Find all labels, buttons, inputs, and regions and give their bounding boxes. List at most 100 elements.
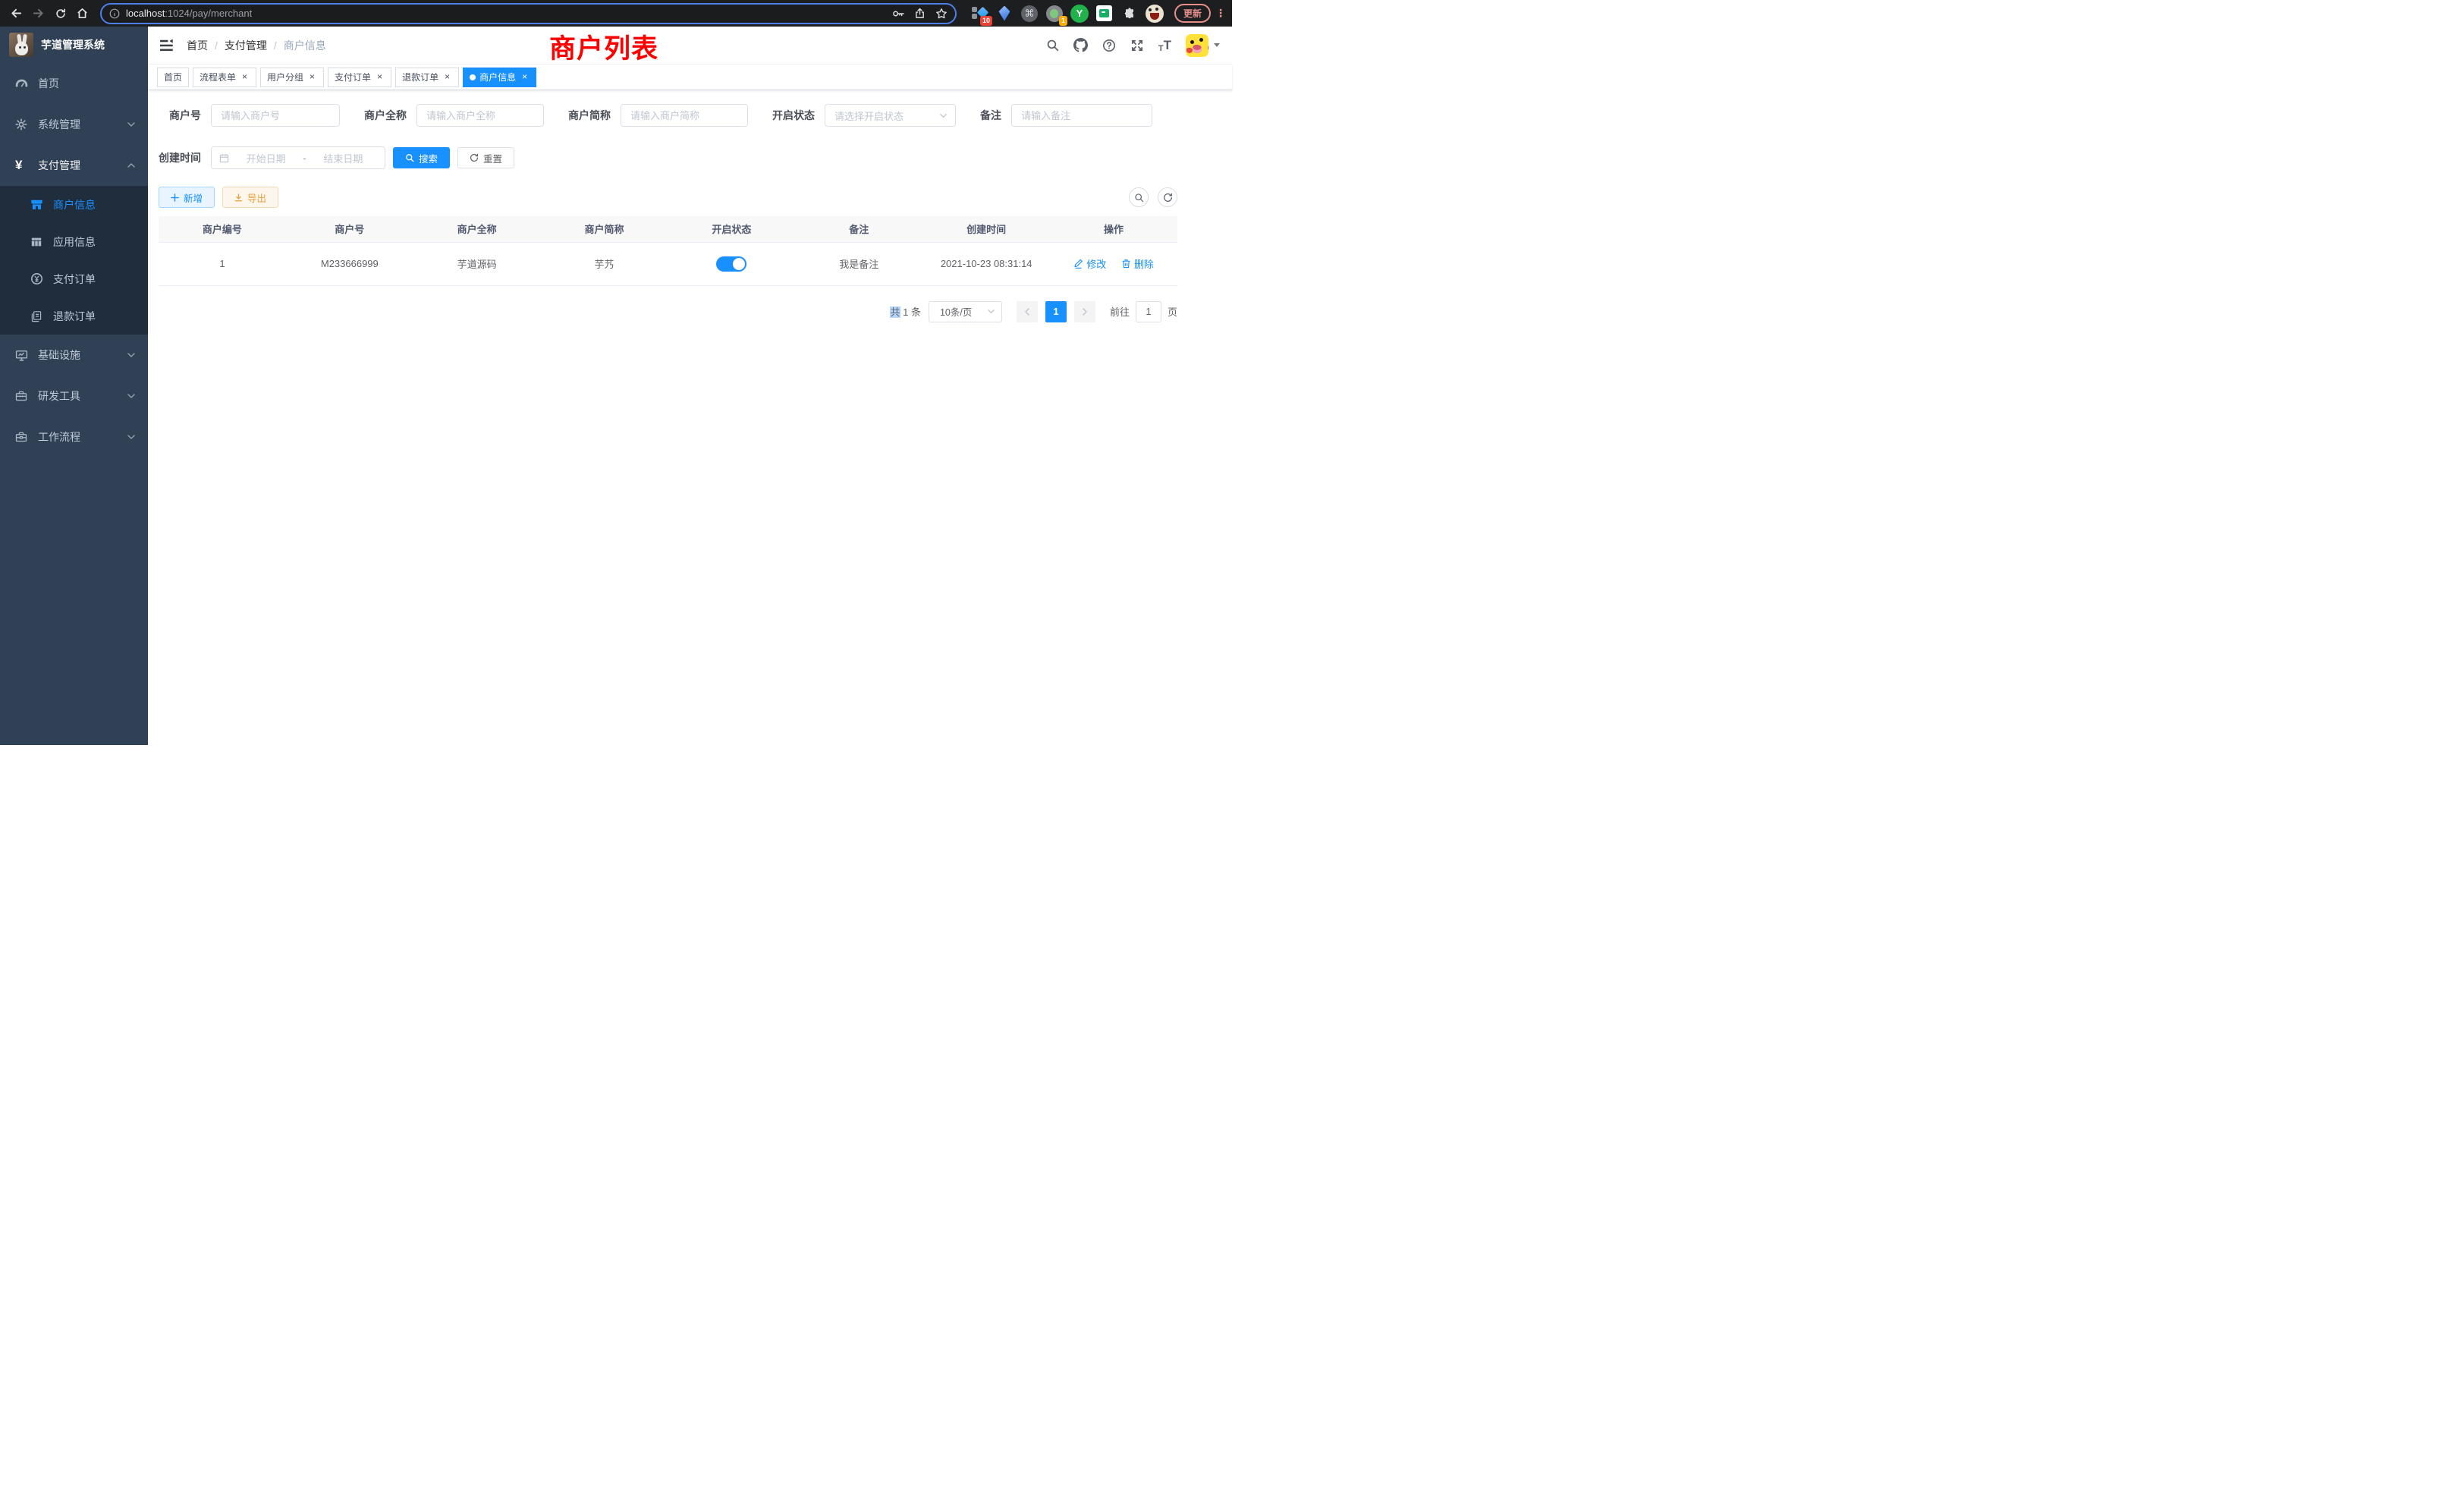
- sidebar-item-devtools[interactable]: 研发工具: [0, 376, 148, 417]
- export-button[interactable]: 导出: [222, 187, 278, 208]
- store-icon: [30, 198, 43, 211]
- extensions-puzzle-icon[interactable]: [1120, 5, 1139, 23]
- cell-merchant-id: 1: [159, 242, 286, 285]
- col-merchant-no: 商户号: [286, 216, 413, 242]
- status-select[interactable]: 请选择开启状态: [825, 104, 956, 127]
- tab-user-group[interactable]: 用户分组×: [260, 68, 324, 87]
- help-icon[interactable]: [1102, 39, 1116, 52]
- profile-avatar-icon[interactable]: [1146, 5, 1164, 23]
- extension-command-icon[interactable]: ⌘: [1020, 5, 1039, 23]
- goto-page-input[interactable]: [1136, 301, 1161, 322]
- reload-icon[interactable]: [50, 3, 71, 24]
- col-merchant-id: 商户编号: [159, 216, 286, 242]
- sidebar-item-workflow[interactable]: 工作流程: [0, 417, 148, 457]
- sidebar-item-merchant-info[interactable]: 商户信息: [0, 186, 148, 223]
- chevron-down-icon: [127, 120, 136, 129]
- sidebar: 芋道管理系统 首页 系统管理 ¥ 支付管理: [0, 27, 148, 745]
- caret-down-icon: [1214, 43, 1220, 47]
- bookmark-star-icon[interactable]: [935, 8, 948, 20]
- sidebar-item-system[interactable]: 系统管理: [0, 104, 148, 145]
- cell-merchant-no: M233666999: [286, 242, 413, 285]
- extension-docs-icon[interactable]: [1095, 5, 1114, 23]
- pagination: 共 1 条 10条/页 1 前往 页: [159, 301, 1177, 322]
- password-key-icon[interactable]: [892, 8, 904, 20]
- url-bar[interactable]: localhost:1024/pay/merchant: [100, 3, 957, 24]
- user-menu[interactable]: [1186, 34, 1220, 57]
- github-icon[interactable]: [1073, 38, 1088, 52]
- tab-process-form[interactable]: 流程表单×: [193, 68, 256, 87]
- search-button[interactable]: 搜索: [393, 147, 450, 168]
- page-size-select[interactable]: 10条/页: [929, 301, 1002, 322]
- header-search-icon[interactable]: [1046, 39, 1059, 52]
- browser-update-button[interactable]: 更新: [1174, 4, 1211, 23]
- sidebar-submenu-pay: 商户信息 应用信息 支付订单 退款订单: [0, 186, 148, 335]
- extension-y-icon[interactable]: Y: [1070, 5, 1089, 23]
- page-unit-label: 页: [1168, 304, 1177, 319]
- col-status: 开启状态: [668, 216, 796, 242]
- browser-menu-icon[interactable]: ⋮: [1215, 7, 1226, 20]
- edit-pencil-icon: [1073, 259, 1083, 269]
- sidebar-item-label: 商户信息: [53, 197, 96, 212]
- sidebar-item-label: 研发工具: [38, 388, 80, 404]
- prev-page-button[interactable]: [1017, 301, 1038, 322]
- sidebar-item-pay-order[interactable]: 支付订单: [0, 260, 148, 297]
- merchant-short-input[interactable]: [621, 104, 748, 127]
- chevron-down-icon: [127, 350, 136, 360]
- cell-short-name: 芋艿: [541, 242, 668, 285]
- app-logo-avatar: [9, 33, 33, 57]
- sidebar-item-app-info[interactable]: 应用信息: [0, 223, 148, 260]
- add-button[interactable]: 新增: [159, 187, 215, 208]
- extension-progress-icon[interactable]: 10: [970, 5, 988, 23]
- close-icon[interactable]: ×: [520, 72, 530, 82]
- plus-icon: [171, 193, 179, 202]
- sidebar-item-infra[interactable]: 基础设施: [0, 335, 148, 376]
- chevron-down-icon: [987, 307, 995, 316]
- font-size-icon[interactable]: TT: [1158, 38, 1171, 53]
- edit-link[interactable]: 修改: [1073, 256, 1106, 271]
- forward-icon[interactable]: [28, 3, 49, 24]
- sidebar-toggle-icon[interactable]: [160, 39, 174, 52]
- top-navbar: 首页 / 支付管理 / 商户信息 TT: [148, 27, 1232, 64]
- tab-refund-order[interactable]: 退款订单×: [395, 68, 459, 87]
- yen-icon: ¥: [15, 158, 28, 173]
- merchant-no-input[interactable]: [211, 104, 340, 127]
- remark-input[interactable]: [1011, 104, 1152, 127]
- share-icon[interactable]: [914, 8, 926, 19]
- reset-button[interactable]: 重置: [457, 147, 514, 168]
- extension-kite-icon[interactable]: [995, 5, 1014, 23]
- create-time-range-picker[interactable]: 开始日期 - 结束日期: [211, 146, 385, 169]
- extension-recorder-icon[interactable]: 1: [1045, 5, 1064, 23]
- page-content: 商户号 商户全称 商户简称 开启状态 请选择开启状态: [148, 90, 1232, 745]
- next-page-button[interactable]: [1074, 301, 1095, 322]
- sidebar-logo[interactable]: 芋道管理系统: [0, 27, 148, 63]
- show-search-toggle-button[interactable]: [1129, 187, 1149, 207]
- chevron-down-icon: [939, 112, 948, 120]
- close-icon[interactable]: ×: [375, 72, 385, 82]
- delete-link[interactable]: 删除: [1121, 256, 1154, 271]
- site-info-icon[interactable]: [109, 8, 120, 19]
- status-toggle[interactable]: [716, 256, 746, 272]
- table-header-row: 商户编号 商户号 商户全称 商户简称 开启状态 备注 创建时间 操作: [159, 216, 1177, 242]
- sidebar-item-home[interactable]: 首页: [0, 63, 148, 104]
- col-create-time: 创建时间: [922, 216, 1050, 242]
- tab-pay-order[interactable]: 支付订单×: [328, 68, 391, 87]
- refresh-table-button[interactable]: [1158, 187, 1177, 207]
- chevron-down-icon: [127, 391, 136, 401]
- sidebar-item-refund-order[interactable]: 退款订单: [0, 297, 148, 335]
- page-number-1[interactable]: 1: [1045, 301, 1067, 322]
- app-title: 芋道管理系统: [41, 37, 105, 52]
- tab-home[interactable]: 首页: [157, 68, 189, 87]
- tab-merchant-info[interactable]: 商户信息×: [463, 68, 536, 87]
- close-icon[interactable]: ×: [442, 72, 452, 82]
- merchant-table: 商户编号 商户号 商户全称 商户简称 开启状态 备注 创建时间 操作 1 M23…: [159, 216, 1177, 286]
- home-icon[interactable]: [72, 3, 93, 24]
- merchant-name-input[interactable]: [416, 104, 544, 127]
- close-icon[interactable]: ×: [307, 72, 317, 82]
- breadcrumb-section: 支付管理: [225, 38, 267, 53]
- fullscreen-icon[interactable]: [1130, 39, 1144, 52]
- sidebar-item-pay[interactable]: ¥ 支付管理: [0, 145, 148, 186]
- back-icon[interactable]: [6, 3, 27, 24]
- close-icon[interactable]: ×: [240, 72, 250, 82]
- refresh-icon: [470, 153, 479, 162]
- breadcrumb-home[interactable]: 首页: [187, 38, 208, 53]
